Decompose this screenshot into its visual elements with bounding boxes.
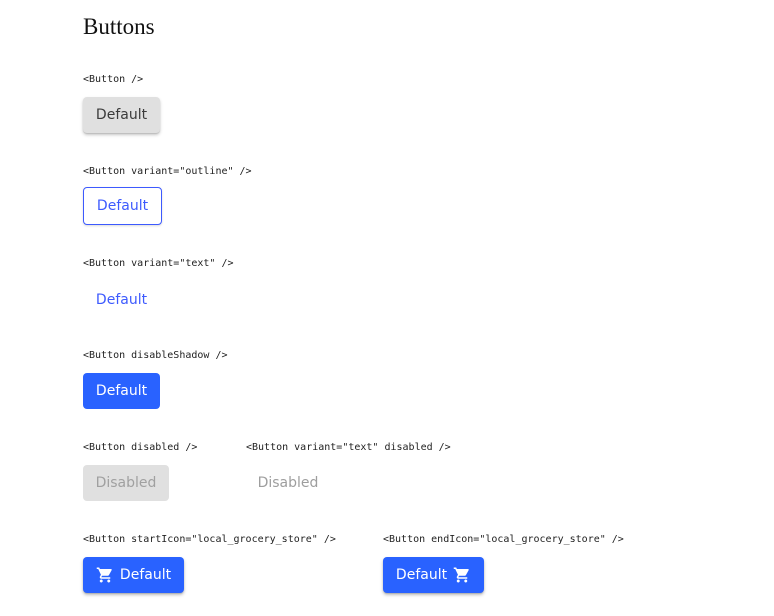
code-label-start-icon: <Button startIcon="local_grocery_store" … xyxy=(83,534,336,545)
shopping-cart-icon xyxy=(96,566,114,584)
code-label-default: <Button /> xyxy=(83,74,144,85)
text-button[interactable]: Default xyxy=(83,282,160,318)
disabled-button: Disabled xyxy=(83,465,169,501)
code-label-text-disabled: <Button variant="text" disabled /> xyxy=(246,442,451,453)
default-button[interactable]: Default xyxy=(83,97,160,133)
end-icon-button-label: Default xyxy=(395,567,448,583)
text-disabled-button: Disabled xyxy=(245,465,331,501)
code-label-disable-shadow: <Button disableShadow /> xyxy=(83,350,228,361)
outline-button[interactable]: Default xyxy=(83,187,162,225)
end-icon-button[interactable]: Default xyxy=(383,557,484,593)
code-label-text: <Button variant="text" /> xyxy=(83,258,234,269)
code-label-outline: <Button variant="outline" /> xyxy=(83,166,252,177)
no-shadow-button[interactable]: Default xyxy=(83,373,160,409)
page-title: Buttons xyxy=(83,14,155,39)
code-label-end-icon: <Button endIcon="local_grocery_store" /> xyxy=(383,534,624,545)
start-icon-button[interactable]: Default xyxy=(83,557,184,593)
code-label-disabled: <Button disabled /> xyxy=(83,442,198,453)
start-icon-button-label: Default xyxy=(119,567,172,583)
shopping-cart-icon xyxy=(453,566,471,584)
